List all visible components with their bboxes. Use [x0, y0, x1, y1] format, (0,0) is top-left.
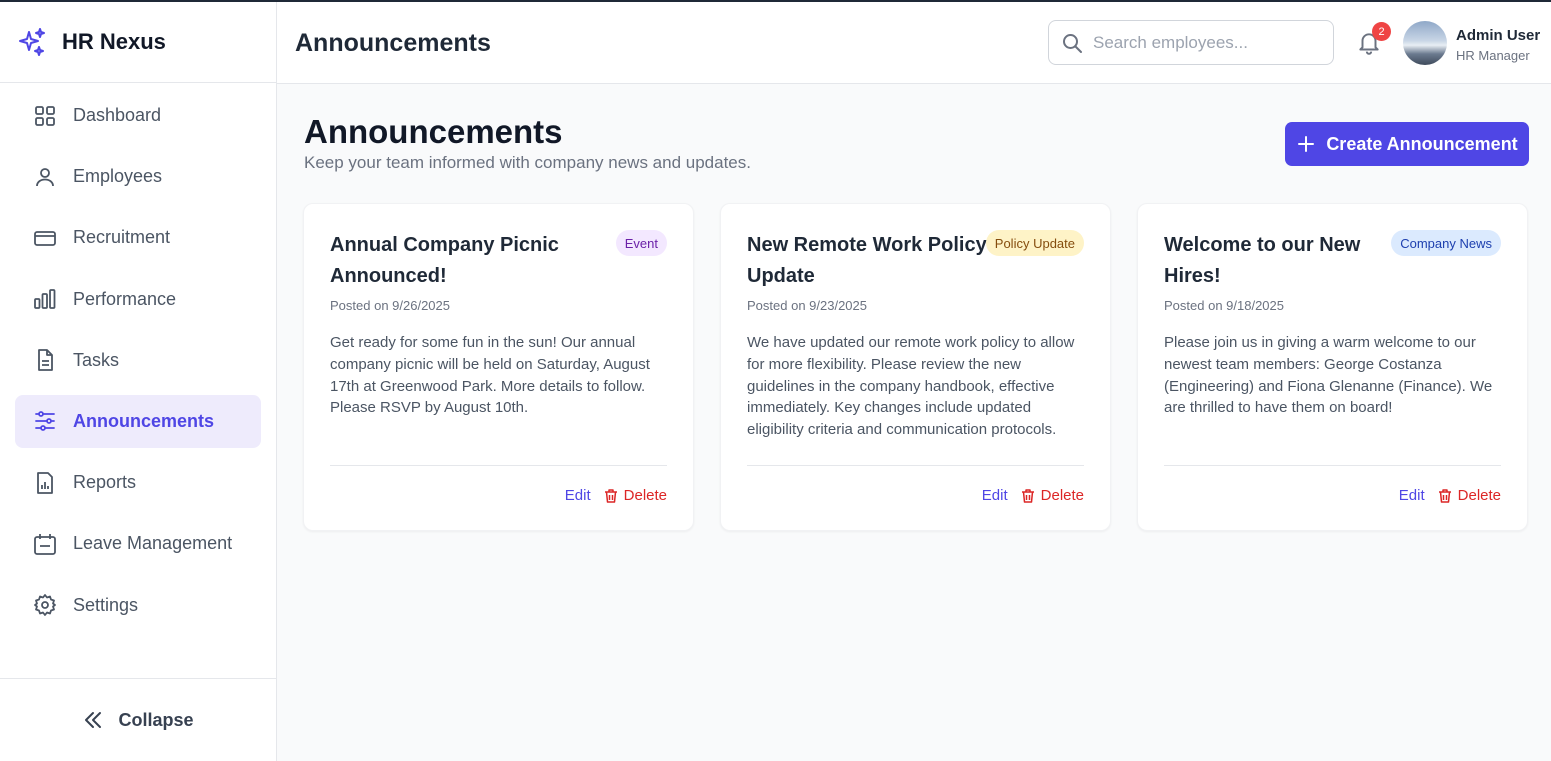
sidebar-item-label: Announcements — [73, 410, 215, 431]
chevrons-left-icon — [82, 709, 104, 731]
delete-label: Delete — [623, 487, 667, 504]
user-role: HR Manager — [1456, 48, 1530, 63]
page-header: Announcements Keep your team informed wi… — [304, 112, 751, 173]
avatar[interactable] — [1403, 21, 1447, 65]
sidebar-item-label: Dashboard — [73, 105, 162, 125]
sidebar-item-leave-management[interactable]: Leave Management — [15, 517, 261, 570]
header-title: Announcements — [295, 29, 491, 57]
delete-label: Delete — [1040, 487, 1084, 504]
announcement-body: We have updated our remote work policy t… — [747, 334, 1075, 439]
announcement-body: Please join us in giving a warm welcome … — [1164, 334, 1493, 417]
sidebar-item-label: Tasks — [73, 349, 120, 370]
sidebar-item-recruitment[interactable]: Recruitment — [15, 211, 261, 264]
sidebar-item-label: Settings — [73, 594, 139, 615]
delete-label: Delete — [1457, 487, 1501, 504]
calendar-icon — [33, 532, 57, 556]
card-divider — [1164, 465, 1501, 466]
search-box[interactable] — [1048, 20, 1334, 65]
collapse-button[interactable]: Collapse — [0, 678, 276, 761]
search-input[interactable] — [1093, 32, 1323, 53]
delete-button[interactable]: Delete — [1437, 487, 1501, 504]
sidebar-item-performance[interactable]: Performance — [15, 273, 261, 326]
sidebar-item-reports[interactable]: Reports — [15, 456, 261, 509]
delete-button[interactable]: Delete — [603, 487, 667, 504]
sidebar-item-label: Recruitment — [73, 227, 171, 248]
category-badge: Policy Update — [985, 230, 1084, 256]
search-icon — [1061, 32, 1083, 54]
announcement-date: Posted on 9/26/2025 — [330, 298, 450, 313]
sidebar-item-label: Performance — [73, 288, 177, 309]
trash-icon — [603, 488, 619, 504]
card-actions: Edit Delete — [1399, 487, 1501, 504]
announcement-title: Welcome to our New Hires! — [1164, 234, 1361, 287]
sidebar-item-label: Leave Management — [73, 533, 233, 554]
sidebar-item-announcements[interactable]: Announcements — [15, 394, 261, 448]
report-icon — [33, 471, 57, 495]
sparkles-icon — [16, 26, 48, 58]
trash-icon — [1020, 488, 1036, 504]
edit-button[interactable]: Edit — [565, 487, 591, 504]
page-subtitle: Keep your team informed with company new… — [304, 153, 751, 172]
announcement-title: Annual Company Picnic Announced! — [330, 234, 559, 287]
announcement-card: Welcome to our New Hires! Company News P… — [1137, 203, 1528, 531]
sidebar-item-employees[interactable]: Employees — [15, 150, 261, 203]
page-title: Announcements — [304, 113, 563, 150]
announcement-date: Posted on 9/18/2025 — [1164, 298, 1284, 313]
gear-icon — [33, 593, 57, 617]
trash-icon — [1437, 488, 1453, 504]
card-icon — [33, 226, 57, 250]
sidebar: HR Nexus Dashboard Employees Recruitment… — [0, 2, 277, 761]
plus-icon — [1296, 134, 1316, 154]
category-badge: Company News — [1391, 230, 1501, 256]
sidebar-item-label: Employees — [73, 166, 163, 187]
announcement-card: New Remote Work Policy Update Policy Upd… — [720, 203, 1111, 531]
announcement-date: Posted on 9/23/2025 — [747, 298, 867, 313]
user-icon — [33, 165, 57, 189]
card-divider — [747, 465, 1084, 466]
collapse-label: Collapse — [118, 709, 194, 730]
category-badge: Event — [615, 230, 667, 256]
sidebar-item-label: Reports — [73, 472, 137, 493]
announcement-body: Get ready for some fun in the sun! Our a… — [330, 334, 650, 417]
edit-button[interactable]: Edit — [982, 487, 1008, 504]
brand-name: HR Nexus — [62, 29, 166, 54]
card-actions: Edit Delete — [982, 487, 1084, 504]
edit-button[interactable]: Edit — [1399, 487, 1425, 504]
create-announcement-label: Create Announcement — [1326, 133, 1518, 154]
bar-chart-icon — [33, 287, 57, 311]
notification-count-badge: 2 — [1372, 22, 1391, 41]
card-actions: Edit Delete — [565, 487, 667, 504]
announcement-card: Annual Company Picnic Announced! Event P… — [303, 203, 694, 531]
user-name: Admin User — [1456, 27, 1541, 44]
card-divider — [330, 465, 667, 466]
grid-icon — [33, 104, 57, 128]
sidebar-item-tasks[interactable]: Tasks — [15, 334, 261, 387]
sidebar-nav: Dashboard Employees Recruitment Performa… — [0, 83, 276, 632]
create-announcement-button[interactable]: Create Announcement — [1285, 122, 1529, 166]
sidebar-item-dashboard[interactable]: Dashboard — [15, 89, 261, 142]
topbar: Announcements 2 Admin User HR Manager — [277, 2, 1551, 84]
announcement-title: New Remote Work Policy Update — [747, 234, 987, 287]
sidebar-item-settings[interactable]: Settings — [15, 579, 261, 632]
document-icon — [33, 348, 57, 372]
delete-button[interactable]: Delete — [1020, 487, 1084, 504]
sliders-icon — [33, 409, 57, 433]
brand[interactable]: HR Nexus — [0, 2, 276, 83]
